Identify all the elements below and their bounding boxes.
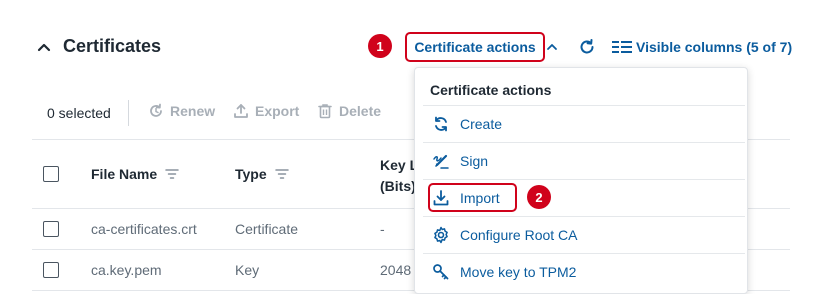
cell-file-name: ca.key.pem (91, 262, 162, 278)
menu-item-label: Create (460, 116, 503, 132)
cell-type: Key (235, 262, 260, 278)
menu-header: Certificate actions (430, 82, 552, 98)
certificate-actions-menu (414, 67, 748, 294)
menu-item-configure-root-ca[interactable]: Configure Root CA (432, 225, 578, 245)
menu-item-label: Move key to TPM2 (460, 264, 577, 280)
select-all-checkbox[interactable] (43, 166, 59, 182)
export-button[interactable]: Export (233, 103, 299, 119)
column-header-key-length[interactable]: Key L (Bits) (380, 155, 418, 197)
menu-divider (423, 216, 745, 217)
column-header-type[interactable]: Type (235, 166, 289, 182)
delete-label: Delete (339, 103, 382, 119)
menu-item-label: Sign (460, 153, 489, 169)
menu-item-sign[interactable]: Sign (432, 151, 488, 171)
cell-type: Certificate (235, 221, 299, 237)
visible-columns-button[interactable]: Visible columns (5 of 7) (636, 39, 792, 55)
toolbar-divider (128, 100, 129, 126)
cell-key-length: - (380, 221, 385, 237)
column-header-label: File Name (91, 166, 158, 182)
cell-key-length: 2048 (380, 262, 412, 278)
menu-item-label: Import (460, 190, 500, 206)
column-header-file-name[interactable]: File Name (91, 166, 179, 182)
columns-list-icon[interactable] (612, 40, 632, 54)
menu-divider (423, 142, 745, 143)
menu-item-move-key-to-tpm2[interactable]: Move key to TPM2 (432, 262, 576, 282)
menu-item-create[interactable]: Create (432, 114, 502, 134)
renew-icon (150, 103, 162, 117)
column-header-label: Key L (380, 157, 419, 173)
menu-item-label: Configure Root CA (460, 227, 578, 243)
export-label: Export (255, 103, 300, 119)
filter-icon[interactable] (165, 168, 179, 180)
menu-divider (423, 105, 745, 106)
collapse-chevron-icon[interactable] (36, 39, 52, 55)
refresh-icon[interactable] (578, 38, 596, 56)
refresh-arrows-icon (435, 116, 447, 132)
renew-label: Renew (170, 103, 216, 119)
row-checkbox[interactable] (43, 262, 59, 278)
menu-item-import[interactable]: Import (432, 188, 500, 208)
section-title: Certificates (63, 36, 162, 56)
column-header-label: Type (235, 166, 267, 182)
step-badge-2: 2 (527, 185, 551, 209)
cell-file-name: ca-certificates.crt (91, 221, 197, 237)
certificate-actions-button[interactable]: Certificate actions (405, 32, 545, 62)
key-icon (433, 264, 449, 280)
gear-icon (434, 226, 448, 244)
renew-button[interactable]: Renew (148, 103, 215, 119)
filter-icon[interactable] (274, 168, 289, 180)
delete-button[interactable]: Delete (317, 103, 381, 119)
row-checkbox[interactable] (43, 221, 59, 237)
download-icon (433, 190, 449, 206)
signature-pen-icon (433, 154, 449, 169)
chevron-up-icon[interactable] (546, 41, 558, 53)
selected-count: 0 selected (47, 105, 111, 121)
upload-icon (234, 104, 248, 118)
menu-divider (423, 253, 745, 254)
trash-icon (318, 104, 332, 119)
column-header-label: (Bits) (380, 178, 416, 194)
step-badge-1: 1 (368, 34, 392, 58)
menu-divider (423, 179, 745, 180)
